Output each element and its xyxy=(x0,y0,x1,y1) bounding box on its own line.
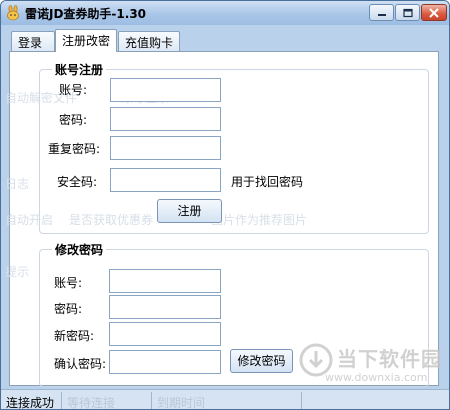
change-account-input[interactable] xyxy=(109,269,221,293)
security-hint: 用于找回密码 xyxy=(231,175,304,189)
change-confirm-label: 确认密码: xyxy=(54,357,107,371)
ghost-text: 日志 xyxy=(5,177,30,191)
register-password-input[interactable] xyxy=(110,107,221,131)
status-ghost-text: 等待连接 xyxy=(67,396,116,410)
tab-recharge[interactable]: 充值购卡 xyxy=(118,31,180,51)
status-divider xyxy=(151,392,152,409)
tab-login[interactable]: 登录 xyxy=(11,31,55,51)
change-password-group-title: 修改密码 xyxy=(52,241,107,258)
change-password-label: 密码: xyxy=(54,302,83,316)
site-watermark: 当下软件园 www.downxia.com xyxy=(289,339,449,391)
register-account-label: 账号: xyxy=(59,83,88,97)
maximize-icon xyxy=(402,8,413,17)
close-button[interactable] xyxy=(421,4,447,21)
change-password-button[interactable]: 修改密码 xyxy=(230,349,293,373)
change-confirm-input[interactable] xyxy=(109,350,221,374)
status-divider xyxy=(61,392,62,409)
watermark-text: 当下软件园 xyxy=(337,347,442,371)
tab-register-change[interactable]: 注册改密 xyxy=(55,29,117,52)
register-group-title: 账号注册 xyxy=(52,61,107,78)
app-window: 雷诺JD查券助手-1.30 登录 注册改密 充值购卡 自动解密文件 账号登录 日… xyxy=(0,0,450,410)
close-icon xyxy=(429,7,439,18)
register-security-label: 安全码: xyxy=(57,175,98,189)
change-account-label: 账号: xyxy=(54,276,83,290)
register-button[interactable]: 注册 xyxy=(157,199,222,223)
register-account-input[interactable] xyxy=(110,78,221,102)
connection-status: 连接成功 xyxy=(6,396,55,410)
watermark-url: www.downxia.com xyxy=(325,371,428,384)
register-repeat-input[interactable] xyxy=(110,136,221,160)
register-repeat-label: 重复密码: xyxy=(48,142,101,156)
maximize-button[interactable] xyxy=(395,4,420,21)
status-divider xyxy=(301,392,302,409)
minimize-icon xyxy=(377,13,386,16)
rabbit-app-icon xyxy=(5,5,21,21)
minimize-button[interactable] xyxy=(369,4,394,21)
title-bar[interactable]: 雷诺JD查券助手-1.30 xyxy=(1,1,449,25)
status-ghost-text: 到期时间 xyxy=(157,396,206,410)
change-password-input[interactable] xyxy=(109,295,221,319)
register-password-label: 密码: xyxy=(59,113,88,127)
window-title: 雷诺JD查券助手-1.30 xyxy=(25,7,147,21)
ghost-text: 提示 xyxy=(5,265,30,279)
status-bar: 连接成功 等待连接 到期时间 xyxy=(1,389,449,410)
change-new-password-input[interactable] xyxy=(109,322,221,346)
change-new-password-label: 新密码: xyxy=(54,329,95,343)
register-security-input[interactable] xyxy=(110,168,221,192)
